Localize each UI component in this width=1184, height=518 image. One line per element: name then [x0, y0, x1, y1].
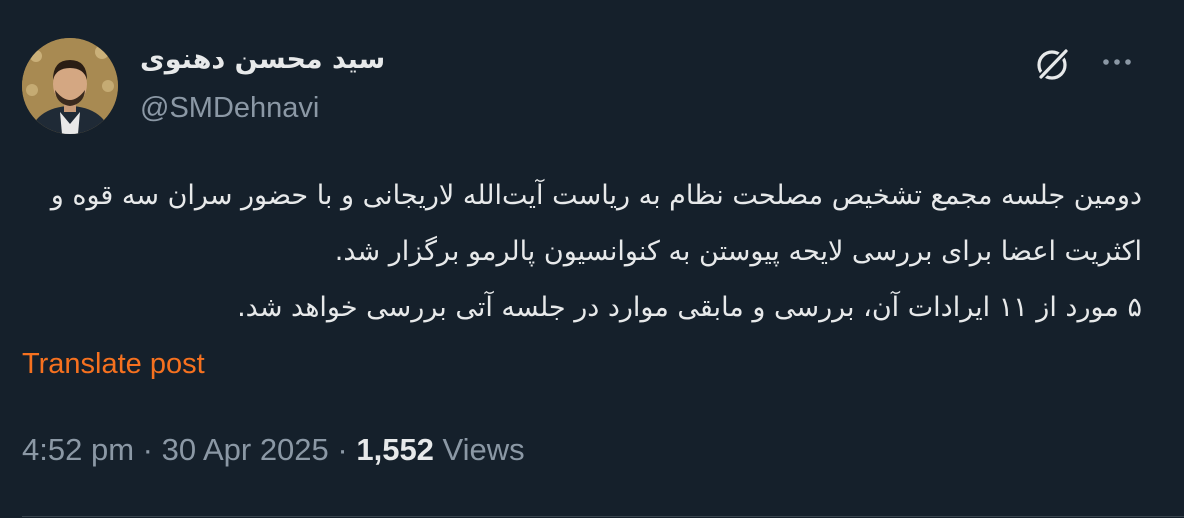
meta-separator: ·	[328, 432, 357, 467]
post-date[interactable]: 30 Apr 2025	[162, 432, 329, 467]
author-display-name[interactable]: سید محسن دهنوی	[140, 44, 385, 75]
divider	[22, 516, 1184, 517]
author-handle[interactable]: @SMDehnavi	[140, 92, 319, 125]
translate-post-link[interactable]: Translate post	[22, 348, 205, 381]
profile-photo-icon	[22, 38, 118, 134]
post-text: دومین جلسه مجمع تشخیص مصلحت نظام به ریاس…	[12, 168, 1142, 336]
post-time[interactable]: 4:52 pm	[22, 432, 134, 467]
post-paragraph-1: دومین جلسه مجمع تشخیص مصلحت نظام به ریاس…	[50, 180, 1142, 267]
more-horizontal-icon[interactable]	[1096, 48, 1140, 76]
views-label: Views	[433, 432, 525, 467]
meta-separator: ·	[134, 432, 162, 467]
avatar[interactable]	[22, 38, 118, 134]
views-count[interactable]: 1,552	[356, 432, 434, 467]
post-metadata: 4:52 pm · 30 Apr 2025 · 1,552 Views	[22, 432, 525, 468]
grok-icon[interactable]	[1033, 44, 1073, 84]
post-paragraph-2: ۵ مورد از ۱۱ ایرادات آن، بررسی و مابقی م…	[237, 292, 1142, 323]
tweet-card: سید محسن دهنوی @SMDehnavi دومین جلسه مجم…	[0, 0, 1184, 518]
